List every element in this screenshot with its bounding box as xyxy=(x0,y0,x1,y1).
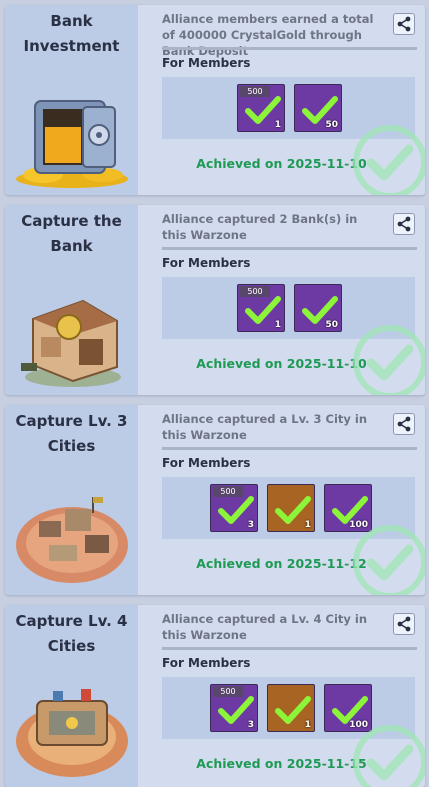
reward-item-crystal-gold[interactable]: 500 1 xyxy=(237,84,285,132)
divider xyxy=(162,447,417,450)
achievement-card-capture-lv3-cities: Capture Lv. 3 Cities Alliance captured a… xyxy=(5,405,425,595)
reward-item-red-gem[interactable]: 50 xyxy=(294,284,342,332)
achievement-card-capture-bank: Capture the Bank Alliance captured 2 Ban… xyxy=(5,205,425,395)
completed-check-icon xyxy=(353,325,425,395)
reward-item-red-gem[interactable]: 50 xyxy=(294,84,342,132)
achievement-card-capture-lv4-cities: Capture Lv. 4 Cities Alliance captured a… xyxy=(5,605,425,787)
vault-safe-icon xyxy=(16,100,128,188)
divider xyxy=(162,47,417,50)
section-label: For Members xyxy=(162,56,251,70)
share-icon xyxy=(397,416,411,432)
reward-quantity: 3 xyxy=(247,720,254,730)
achievement-description: Alliance captured 2 Bank(s) in this Warz… xyxy=(162,212,358,242)
reward-quantity: 1 xyxy=(304,520,311,530)
card-right-panel: Alliance captured a Lv. 3 City in this W… xyxy=(138,405,425,595)
divider xyxy=(162,647,417,650)
achievement-list: Bank Investment Alliance members earned … xyxy=(0,0,429,787)
card-left-panel: Bank Investment xyxy=(5,5,138,195)
completed-check-icon xyxy=(353,725,425,787)
card-left-panel: Capture the Bank xyxy=(5,205,138,395)
section-label: For Members xyxy=(162,456,251,470)
card-right-panel: Alliance captured 2 Bank(s) in this Warz… xyxy=(138,205,425,395)
achievement-card-bank-investment: Bank Investment Alliance members earned … xyxy=(5,5,425,195)
achievement-title: Capture Lv. 3 Cities xyxy=(15,412,128,455)
share-button[interactable] xyxy=(393,613,415,635)
reward-quantity: 50 xyxy=(325,320,338,330)
section-label: For Members xyxy=(162,256,251,270)
achievement-title: Bank Investment xyxy=(23,12,120,55)
share-icon xyxy=(397,616,411,632)
card-left-panel: Capture Lv. 4 Cities xyxy=(5,605,138,787)
reward-item-crystal-gold[interactable]: 500 3 xyxy=(210,484,258,532)
reward-item-gold-bar[interactable]: 1 xyxy=(267,684,315,732)
share-button[interactable] xyxy=(393,213,415,235)
reward-item-gold-bar[interactable]: 1 xyxy=(267,484,315,532)
bank-building-icon xyxy=(21,299,121,387)
achievement-title: Capture Lv. 4 Cities xyxy=(15,612,128,655)
reward-quantity: 3 xyxy=(247,520,254,530)
divider xyxy=(162,247,417,250)
achievement-description: Alliance captured a Lv. 4 City in this W… xyxy=(162,612,368,642)
city-lv3-icon xyxy=(16,497,128,583)
section-label: For Members xyxy=(162,656,251,670)
reward-quantity: 1 xyxy=(304,720,311,730)
reward-quantity: 1 xyxy=(274,320,281,330)
share-icon xyxy=(397,16,411,32)
reward-quantity: 50 xyxy=(325,120,338,130)
reward-item-crystal-gold[interactable]: 500 3 xyxy=(210,684,258,732)
completed-check-icon xyxy=(353,125,425,195)
achievement-description: Alliance captured a Lv. 3 City in this W… xyxy=(162,412,368,442)
completed-check-icon xyxy=(353,525,425,595)
card-left-panel: Capture Lv. 3 Cities xyxy=(5,405,138,595)
reward-item-crystal-gold[interactable]: 500 1 xyxy=(237,284,285,332)
card-right-panel: Alliance captured a Lv. 4 City in this W… xyxy=(138,605,425,787)
share-button[interactable] xyxy=(393,413,415,435)
card-right-panel: Alliance members earned a total of 40000… xyxy=(138,5,425,195)
achievement-title: Capture the Bank xyxy=(21,212,122,255)
reward-quantity: 1 xyxy=(274,120,281,130)
share-button[interactable] xyxy=(393,13,415,35)
achievement-description: Alliance members earned a total of 40000… xyxy=(162,12,374,58)
share-icon xyxy=(397,216,411,232)
city-lv4-icon xyxy=(16,689,128,777)
